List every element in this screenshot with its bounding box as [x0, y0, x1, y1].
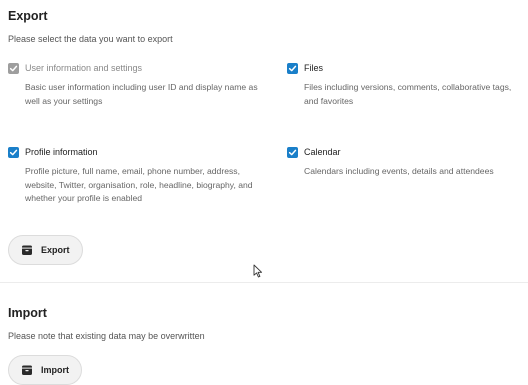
profile-information-label: Profile information — [25, 147, 98, 157]
calendar-checkbox[interactable] — [287, 146, 298, 158]
export-button[interactable]: Export — [8, 235, 83, 265]
files-checkbox-row[interactable]: Files — [287, 61, 528, 75]
profile-information-checkbox[interactable] — [8, 146, 19, 158]
check-icon — [288, 149, 297, 155]
check-icon — [9, 65, 18, 71]
mouse-cursor-icon — [253, 264, 263, 278]
import-button[interactable]: Import — [8, 355, 82, 385]
option-user-information: User information and settings Basic user… — [8, 61, 258, 108]
section-divider — [0, 282, 528, 283]
files-checkbox[interactable] — [287, 62, 298, 74]
calendar-label: Calendar — [304, 147, 341, 157]
archive-icon — [21, 364, 33, 376]
export-title: Export — [8, 9, 48, 23]
check-icon — [9, 149, 18, 155]
files-label: Files — [304, 63, 324, 73]
export-button-label: Export — [41, 245, 70, 255]
user-information-help: Basic user information including user ID… — [25, 82, 258, 106]
user-information-checkbox-row[interactable]: User information and settings — [8, 61, 258, 75]
export-description: Please select the data you want to expor… — [8, 34, 173, 44]
files-help: Files including versions, comments, coll… — [304, 82, 512, 106]
import-description: Please note that existing data may be ov… — [8, 331, 205, 341]
calendar-checkbox-row[interactable]: Calendar — [287, 145, 522, 159]
option-profile-information: Profile information Profile picture, ful… — [8, 145, 258, 206]
user-information-label: User information and settings — [25, 63, 143, 73]
import-button-label: Import — [41, 365, 69, 375]
archive-icon — [21, 244, 33, 256]
check-icon — [288, 65, 297, 71]
option-files: Files Files including versions, comments… — [287, 61, 528, 108]
option-calendar: Calendar Calendars including events, det… — [287, 145, 522, 179]
user-information-checkbox[interactable] — [8, 62, 19, 74]
calendar-help: Calendars including events, details and … — [304, 166, 494, 176]
profile-information-help: Profile picture, full name, email, phone… — [25, 166, 253, 203]
profile-information-checkbox-row[interactable]: Profile information — [8, 145, 258, 159]
import-title: Import — [8, 306, 47, 320]
